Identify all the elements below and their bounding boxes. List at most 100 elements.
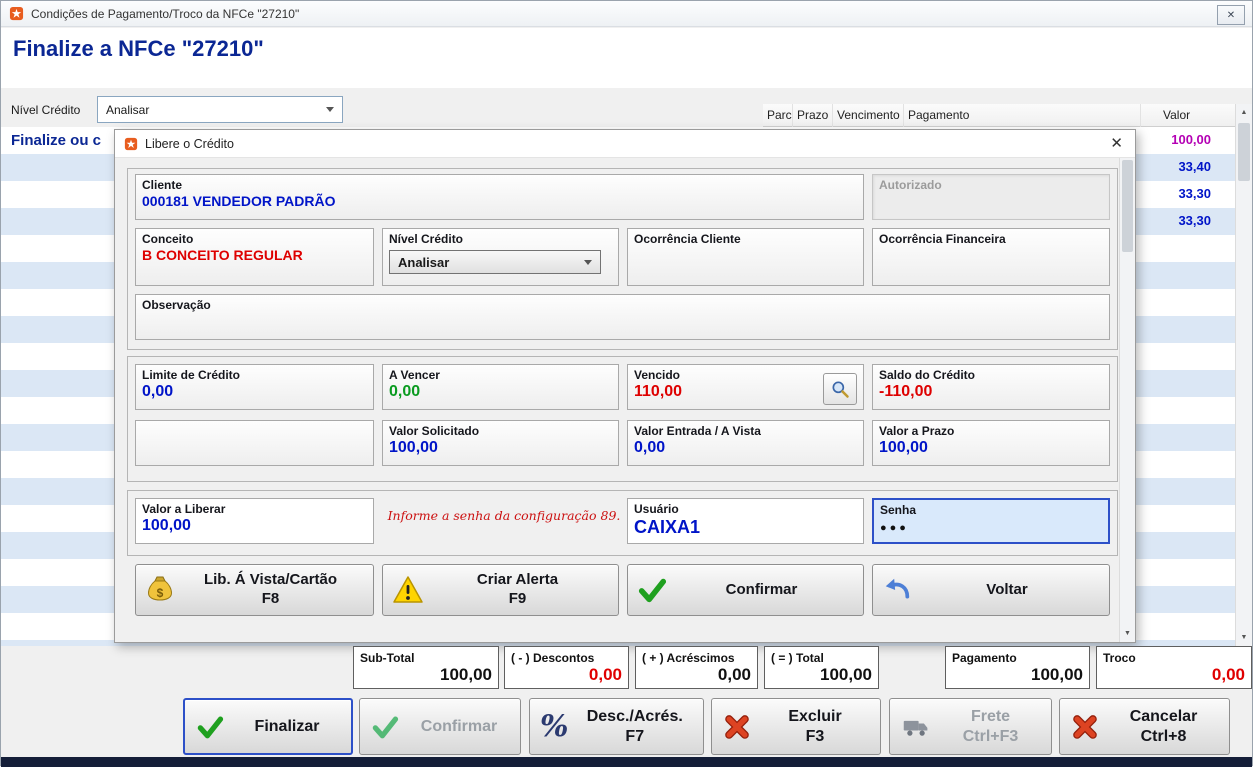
senha-value: ●●● [880,522,909,534]
valor-entrada-field: Valor Entrada / A Vista 0,00 [627,420,864,466]
troco-box: Troco 0,00 [1096,646,1252,689]
nivel-credito-select[interactable]: Analisar [389,250,601,274]
percent-icon: % [540,708,569,744]
page-header: Finalize a NFCe "27210" [1,28,1252,88]
credit-level-label: Nível Crédito [11,103,81,117]
subtotal-box: Sub-Total 100,00 [353,646,499,689]
ocorrencia-financeira-field: Ocorrência Financeira [872,228,1110,286]
credit-level-select[interactable]: Analisar [97,96,343,123]
main-scrollbar[interactable]: ▲ ▼ [1235,104,1252,646]
button-key: F9 [508,590,527,607]
grid-value-row4: 33,30 [1178,213,1211,228]
grid-value-row1: 100,00 [1171,132,1211,147]
liberate-credit-dialog: Libere o Crédito ✕ Cliente 000181 VENDED… [114,129,1136,643]
descontos-box: ( - ) Descontos 0,00 [504,646,629,689]
grid-col-parc[interactable]: Parc [763,104,793,127]
desc-acres-button[interactable]: % Desc./Acrés. F7 [529,698,704,755]
a-vencer-field: A Vencer 0,00 [382,364,619,410]
close-icon: ✕ [1110,135,1123,152]
senha-field[interactable]: Senha ●●● [872,498,1110,544]
acrescimos-label: ( + ) Acréscimos [642,651,735,665]
finalize-note: Finalize ou c [11,132,102,149]
cliente-label: Cliente [142,178,183,192]
saldo-credito-label: Saldo do Crédito [879,368,975,382]
button-label: Lib. Á Vista/Cartão [203,571,338,589]
frete-button: Frete Ctrl+F3 [889,698,1052,755]
grid-col-vencimento[interactable]: Vencimento [833,104,904,127]
descontos-value: 0,00 [588,665,622,684]
observacao-field[interactable]: Observação [135,294,1110,340]
finalizar-button[interactable]: Finalizar [183,698,353,755]
vencido-search-button[interactable] [823,373,857,405]
dialog-scrollbar[interactable]: ▼ [1119,158,1135,642]
dialog-confirmar-button[interactable]: Confirmar [627,564,864,616]
descontos-label: ( - ) Descontos [511,651,595,665]
total-value: 100,00 [820,665,872,684]
criar-alerta-button[interactable]: Criar Alerta F9 [382,564,619,616]
valor-prazo-label: Valor a Prazo [879,424,955,438]
undo-icon [885,578,910,599]
pagamento-value: 100,00 [1031,665,1083,684]
app-window: Condições de Pagamento/Troco da NFCe "27… [0,0,1253,767]
autorizado-label: Autorizado [879,178,942,192]
valor-solicitado-value: 100,00 [389,439,438,456]
confirmar-button: Confirmar [359,698,521,755]
valor-solicitado-label: Valor Solicitado [389,424,480,438]
acrescimos-value: 0,00 [717,665,751,684]
cancelar-button[interactable]: Cancelar Ctrl+8 [1059,698,1230,755]
ocorrencia-cliente-field: Ocorrência Cliente [627,228,864,286]
scroll-down-icon[interactable]: ▼ [1120,625,1135,642]
dialog-title: Libere o Crédito [145,136,234,151]
usuario-value: CAIXA1 [634,517,701,537]
scrollbar-thumb[interactable] [1122,160,1133,252]
button-key: F3 [805,727,825,745]
button-label: Cancelar [1129,707,1198,725]
scrollbar-thumb[interactable] [1238,123,1250,181]
window-titlebar[interactable]: Condições de Pagamento/Troco da NFCe "27… [1,1,1252,27]
password-hint: Informe a senha da configuração 89. [387,508,621,523]
empty-field [135,420,374,466]
total-label: ( = ) Total [771,651,824,665]
grid-col-valor[interactable]: Valor [1141,104,1237,127]
usuario-label: Usuário [634,502,679,516]
vencido-field: Vencido 110,00 [627,364,864,410]
nivel-credito-field: Nível Crédito Analisar [382,228,619,286]
chevron-down-icon [326,107,334,112]
excluir-button[interactable]: Excluir F3 [711,698,881,755]
truck-icon [903,720,928,736]
check-icon [372,716,399,738]
ocorrencia-financeira-label: Ocorrência Financeira [879,232,1006,246]
scroll-down-icon[interactable]: ▼ [1236,629,1252,646]
grid-value-row2: 33,40 [1178,159,1211,174]
dialog-titlebar[interactable]: Libere o Crédito [115,130,1135,158]
scroll-up-icon[interactable]: ▲ [1236,104,1252,121]
valor-liberar-field[interactable]: Valor a Liberar 100,00 [135,498,374,544]
pagamento-box: Pagamento 100,00 [945,646,1090,689]
button-label: Desc./Acrés. [586,707,683,725]
button-label: Excluir [788,707,842,725]
button-label: Finalizar [254,717,320,735]
dialog-close-button[interactable]: ✕ [1110,135,1123,153]
button-label: Criar Alerta [476,571,559,589]
grid-col-prazo[interactable]: Prazo [793,104,833,127]
check-icon [638,578,667,603]
a-vencer-value: 0,00 [389,383,421,400]
grid-col-pagamento[interactable]: Pagamento [904,104,1141,127]
app-icon [124,137,138,150]
valor-prazo-field: Valor a Prazo 100,00 [872,420,1110,466]
cliente-value: 000181 VENDEDOR PADRÃO [142,193,336,209]
voltar-button[interactable]: Voltar [872,564,1110,616]
nivel-credito-label: Nível Crédito [389,232,464,246]
troco-value: 0,00 [1211,665,1245,684]
window-close-button[interactable]: ✕ [1217,5,1245,25]
close-icon: ✕ [1226,9,1236,21]
valor-entrada-label: Valor Entrada / A Vista [634,424,761,438]
button-label: Voltar [986,580,1028,598]
cancel-x-icon [1073,714,1097,739]
cliente-field: Cliente 000181 VENDEDOR PADRÃO [135,174,864,220]
usuario-field[interactable]: Usuário CAIXA1 [627,498,864,544]
conceito-field: Conceito B CONCEITO REGULAR [135,228,374,286]
lib-vista-cartao-button[interactable]: $ Lib. Á Vista/Cartão F8 [135,564,374,616]
valor-entrada-value: 0,00 [634,439,666,456]
svg-text:$: $ [157,586,164,600]
